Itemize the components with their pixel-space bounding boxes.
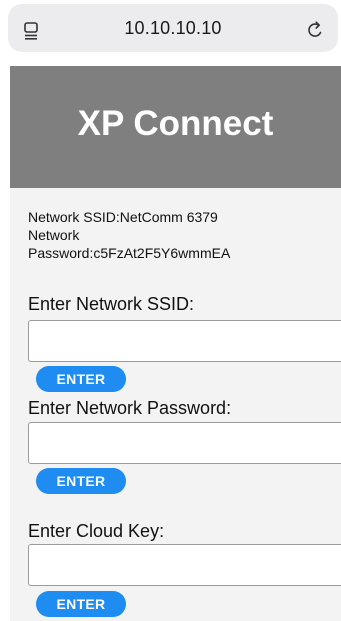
url-field[interactable]: 10.10.10.10	[8, 4, 338, 52]
browser-address-bar: 10.10.10.10	[0, 0, 341, 58]
network-password-text: Password:c5FzAt2F5Y6wmmEA	[28, 245, 231, 261]
network-info: Network SSID:NetComm 6379 Network Passwo…	[28, 208, 328, 262]
cloud-key-label: Enter Cloud Key:	[28, 521, 165, 541]
ssid-enter-button[interactable]: ENTER	[36, 366, 126, 392]
network-ssid-text: Network SSID:NetComm 6379	[28, 209, 218, 225]
password-input[interactable]	[28, 422, 341, 464]
url-text[interactable]: 10.10.10.10	[8, 18, 338, 39]
reload-icon[interactable]	[306, 20, 324, 40]
network-password-label: Network	[28, 227, 80, 243]
header-banner: XP Connect	[10, 66, 341, 188]
password-enter-button[interactable]: ENTER	[36, 468, 126, 494]
password-label: Enter Network Password:	[28, 398, 232, 418]
cloud-key-input[interactable]	[28, 544, 341, 586]
cloud-key-enter-button[interactable]: ENTER	[36, 591, 126, 617]
ssid-label: Enter Network SSID:	[28, 294, 195, 314]
ssid-input[interactable]	[28, 320, 341, 362]
page-title: XP Connect	[77, 104, 274, 143]
page-content: XP Connect Network SSID:NetComm 6379 Net…	[10, 66, 341, 621]
screen: 10.10.10.10 XP Connect Network SSID:NetC…	[0, 0, 341, 621]
